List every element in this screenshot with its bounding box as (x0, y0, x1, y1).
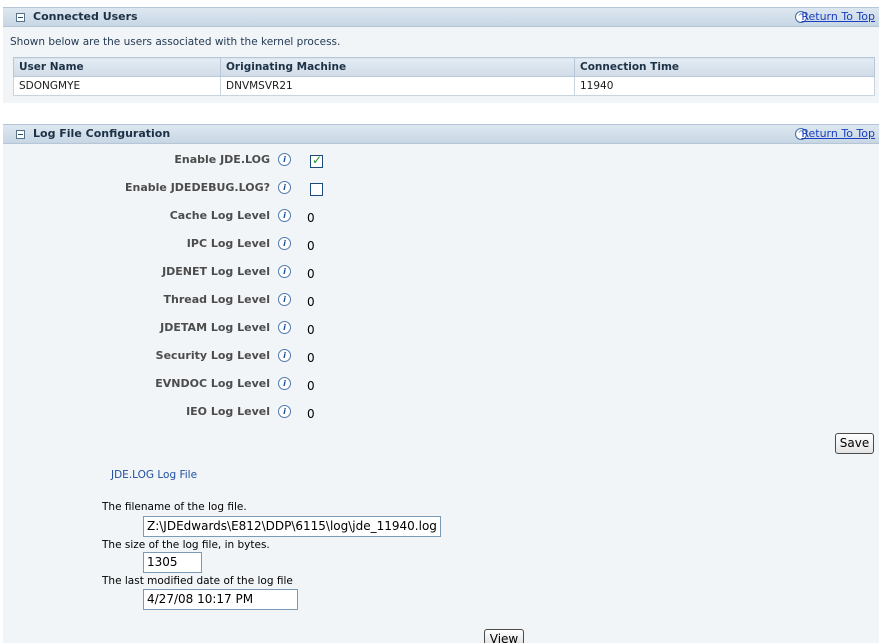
table-cell: SDONGMYE (13, 76, 221, 96)
log-level-row: IEO Log Level i 0 (3, 405, 403, 425)
info-icon[interactable]: i (278, 181, 291, 194)
log-level-row: EVNDOC Log Level i 0 (3, 377, 403, 397)
log-level-value: 0 (307, 211, 315, 225)
enable-jde-log-checkbox[interactable] (310, 153, 323, 168)
collapse-icon[interactable] (16, 130, 25, 139)
filename-field[interactable]: Z:\JDEdwards\E812\DDP\6115\log\jde_11940… (143, 516, 441, 537)
users-table: User Name Originating Machine Connection… (13, 57, 875, 96)
log-level-row: Cache Log Level i 0 (3, 209, 403, 229)
config-label: IEO Log Level (186, 405, 270, 418)
info-icon[interactable]: i (278, 349, 291, 362)
config-label: Enable JDEDEBUG.LOG? (125, 181, 270, 194)
config-label: JDENET Log Level (162, 265, 270, 278)
log-level-row: Thread Log Level i 0 (3, 293, 403, 313)
log-file-heading: JDE.LOG Log File (111, 469, 198, 481)
log-level-row: JDETAM Log Level i 0 (3, 321, 403, 341)
modified-label: The last modified date of the log file (102, 575, 293, 587)
log-level-value: 0 (307, 379, 315, 393)
log-config-panel: Log File Configuration ^ Return To Top E… (3, 124, 879, 643)
view-button[interactable]: View (484, 629, 524, 643)
log-level-row: Security Log Level i 0 (3, 349, 403, 369)
config-label: JDETAM Log Level (160, 321, 270, 334)
config-label: Thread Log Level (163, 293, 271, 306)
users-description: Shown below are the users associated wit… (10, 36, 341, 48)
config-label: IPC Log Level (186, 237, 270, 250)
log-level-row: JDENET Log Level i 0 (3, 265, 403, 285)
column-header: Connection Time (574, 57, 875, 77)
size-label: The size of the log file, in bytes. (102, 539, 270, 551)
info-icon[interactable]: i (278, 237, 291, 250)
info-icon[interactable]: i (278, 209, 291, 222)
info-icon[interactable]: i (278, 265, 291, 278)
info-icon[interactable]: i (278, 321, 291, 334)
table-cell: 11940 (574, 76, 875, 96)
column-header: Originating Machine (220, 57, 575, 77)
connected-users-panel: Connected Users ^ Return To Top Shown be… (3, 7, 879, 103)
table-cell: DNVMSVR21 (220, 76, 575, 96)
log-level-value: 0 (307, 239, 315, 253)
table-header-row: User Name Originating Machine Connection… (13, 57, 875, 77)
log-level-value: 0 (307, 295, 315, 309)
enable-jdedebug-log-row: Enable JDEDEBUG.LOG? i (3, 181, 403, 201)
config-label: Cache Log Level (169, 209, 270, 222)
table-row: SDONGMYE DNVMSVR21 11940 (13, 76, 875, 96)
info-icon[interactable]: i (278, 293, 291, 306)
collapse-icon[interactable] (16, 13, 25, 22)
log-config-header: Log File Configuration ^ Return To Top (3, 124, 879, 144)
log-level-value: 0 (307, 323, 315, 337)
info-icon[interactable]: i (278, 153, 291, 166)
column-header: User Name (13, 57, 221, 77)
config-label: EVNDOC Log Level (155, 377, 270, 390)
panel-title: Connected Users (33, 10, 138, 23)
panel-title: Log File Configuration (33, 127, 171, 140)
connected-users-header: Connected Users ^ Return To Top (3, 7, 879, 27)
filename-label: The filename of the log file. (102, 501, 247, 513)
enable-jdedebug-log-checkbox[interactable] (310, 183, 323, 196)
return-to-top-link[interactable]: Return To Top (801, 10, 875, 23)
enable-jde-log-row: Enable JDE.LOG i (3, 153, 403, 173)
config-label: Enable JDE.LOG (174, 153, 270, 166)
modified-date-field[interactable]: 4/27/08 10:17 PM (143, 589, 298, 610)
log-level-row: IPC Log Level i 0 (3, 237, 403, 257)
config-label: Security Log Level (155, 349, 270, 362)
log-level-value: 0 (307, 267, 315, 281)
info-icon[interactable]: i (278, 377, 291, 390)
log-level-value: 0 (307, 351, 315, 365)
save-button[interactable]: Save (835, 433, 874, 454)
size-field[interactable]: 1305 (143, 552, 202, 573)
info-icon[interactable]: i (278, 405, 291, 418)
return-to-top-link[interactable]: Return To Top (801, 127, 875, 140)
log-level-value: 0 (307, 407, 315, 421)
